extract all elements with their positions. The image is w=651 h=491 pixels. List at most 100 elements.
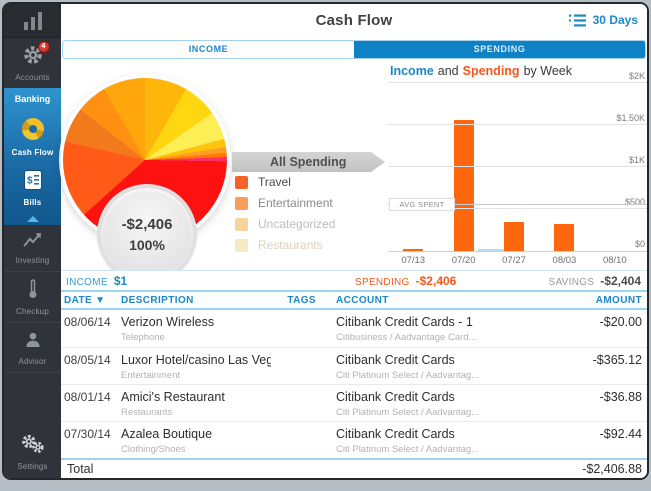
sidebar-item-label: Checkup [4, 307, 61, 316]
cell-description: Verizon Wireless Telephone [121, 315, 271, 343]
avg-spent-label: AVG SPENT [389, 198, 455, 211]
svg-text:$: $ [27, 176, 33, 187]
column-header-description[interactable]: DESCRIPTION [121, 295, 271, 306]
bar-chart-title: IncomeandSpendingby Week [390, 64, 572, 78]
column-header-tags[interactable]: TAGS [271, 295, 316, 306]
summary-spending: SPENDING -$2,406 [355, 274, 456, 288]
legend-label: Entertainment [258, 196, 333, 210]
pie-legend: Travel Entertainment Uncategorized Restaura… [235, 174, 385, 258]
pie-total-value: -$2,406 [122, 216, 173, 233]
category-text: Entertainment [121, 370, 271, 381]
cell-account: Citibank Credit Cards Citi Platinum Selec… [316, 427, 542, 455]
page-title: Cash Flow [61, 12, 647, 29]
main-content: Cash Flow 30 Days INCOME SPENDING [61, 4, 647, 478]
page-background: 4 Accounts Banking Cash Flow $ [0, 0, 651, 491]
summary-bar: INCOME $1 SPENDING -$2,406 SAVINGS -$2,4… [61, 270, 647, 290]
table-row[interactable]: 08/05/14Luxor Hotel/casino Las Vegas NvE… [61, 347, 647, 384]
table-row[interactable]: 08/06/14Verizon WirelessTelephoneCitiban… [61, 310, 647, 347]
filter-list-icon [569, 14, 586, 27]
category-text: Telephone [121, 332, 271, 343]
cell-description: Luxor Hotel/casino Las Vegas Nv Entertain… [121, 353, 271, 381]
description-text: Luxor Hotel/casino Las Vegas Nv [121, 353, 271, 367]
legend-swatch [235, 176, 248, 189]
line-chart-icon [22, 232, 44, 248]
legend-item-entertainment[interactable]: Entertainment [235, 195, 385, 211]
description-text: Azalea Boutique [121, 427, 271, 441]
legend-header-all-spending[interactable]: All Spending [232, 152, 385, 172]
sidebar-item-label: Cash Flow [4, 148, 61, 157]
sidebar-item-accounts[interactable]: 4 Accounts [4, 38, 61, 88]
sidebar-item-label: Advisor [4, 357, 61, 366]
sidebar-item-bills[interactable]: $ Bills [4, 163, 61, 213]
column-header-amount[interactable]: AMOUNT [542, 295, 642, 306]
sidebar-item-cash-flow[interactable]: Cash Flow [4, 111, 61, 163]
sort-arrow-icon: ▼ [95, 295, 105, 306]
cell-amount: -$36.88 [542, 390, 642, 404]
category-text: Clothing/Shoes [121, 444, 271, 455]
cell-account: Citibank Credit CardsCiti Platinum Selec… [316, 353, 542, 381]
pie-center-label: -$2,406 100% [101, 188, 193, 280]
category-text: Restaurants [121, 407, 271, 418]
summary-income: INCOME $1 [66, 274, 127, 288]
total-label: Total [67, 462, 93, 476]
thermometer-icon [26, 279, 40, 299]
cell-description: Amici's Restaurant Restaurants [121, 390, 271, 418]
sidebar-item-investing[interactable]: Investing [4, 225, 61, 272]
tab-income[interactable]: INCOME [63, 41, 354, 58]
bar-slot-07/27 [489, 83, 539, 251]
legend-swatch [235, 197, 248, 210]
gridline [388, 251, 648, 252]
bar-slot-08/03 [539, 83, 589, 251]
bills-icon: $ [24, 170, 42, 190]
column-header-date[interactable]: DATE▼ [64, 295, 121, 306]
table-row[interactable]: 07/30/14Azalea Boutique Clothing/Shoes Cit… [61, 421, 647, 458]
app-window: 4 Accounts Banking Cash Flow $ [2, 2, 649, 480]
app-logo[interactable] [4, 4, 61, 38]
legend-item-uncategorized[interactable]: Uncategorized [235, 216, 385, 232]
sidebar-item-label: Bills [4, 198, 61, 207]
legend-item-restaurants[interactable]: Restaurants [235, 237, 385, 253]
spending-bar[interactable] [554, 224, 574, 251]
bar-plot-area: AVG SPENT $2K$1.50K$1K$500$0 [388, 83, 648, 251]
cell-account: Citibank Credit CardsCiti Platinum Selec… [316, 390, 542, 418]
account-text: Citibank Credit Cards [336, 353, 542, 367]
x-axis-label: 07/13 [388, 255, 438, 266]
cell-amount: -$365.12 [542, 353, 642, 367]
total-amount: -$2,406.88 [582, 462, 642, 476]
column-header-account[interactable]: ACCOUNT [316, 295, 542, 306]
sidebar-item-checkup[interactable]: Checkup [4, 272, 61, 323]
bar-slot-07/13 [388, 83, 438, 251]
sidebar-item-settings[interactable]: Settings [4, 426, 61, 478]
account-text: Citibank Credit Cards [336, 427, 542, 441]
gridline [388, 124, 648, 125]
sidebar-item-label: Accounts [4, 73, 61, 82]
x-axis-label: 08/03 [539, 255, 589, 266]
legend-label: Uncategorized [258, 217, 335, 231]
legend-item-travel[interactable]: Travel [235, 174, 385, 190]
sidebar-item-advisor[interactable]: Advisor [4, 323, 61, 373]
tab-spending[interactable]: SPENDING [354, 41, 645, 58]
x-axis-label: 07/20 [438, 255, 488, 266]
table-total-row: Total -$2,406.88 [61, 458, 647, 478]
account-sub-text: Citi Platinum Select / Aadvantag... [336, 444, 542, 455]
cell-date: 07/30/14 [64, 427, 121, 441]
gears-icon [20, 434, 46, 454]
sidebar-section-banking: Banking Cash Flow $ Bills [4, 88, 61, 225]
description-text: Amici's Restaurant [121, 390, 271, 404]
title-word-spending: Spending [463, 64, 520, 78]
description-text: Verizon Wireless [121, 315, 271, 329]
y-axis-tick-label: $1K [629, 155, 645, 165]
donut-chart-icon [22, 118, 44, 140]
spending-bar[interactable] [504, 222, 524, 251]
date-range-control[interactable]: 30 Days [569, 13, 638, 27]
cell-amount: -$20.00 [542, 315, 642, 329]
cell-date: 08/01/14 [64, 390, 121, 404]
transactions-table-body: 08/06/14Verizon WirelessTelephoneCitiban… [61, 310, 647, 458]
spending-bar[interactable] [454, 120, 474, 251]
table-row[interactable]: 08/01/14Amici's Restaurant Restaurants Cit… [61, 384, 647, 421]
spending-pie-chart[interactable]: -$2,406 100% [63, 78, 227, 242]
date-range-label[interactable]: 30 Days [593, 13, 638, 27]
title-word-income: Income [390, 64, 434, 78]
cell-amount: -$92.44 [542, 427, 642, 441]
y-axis-tick-label: $500 [625, 197, 645, 207]
